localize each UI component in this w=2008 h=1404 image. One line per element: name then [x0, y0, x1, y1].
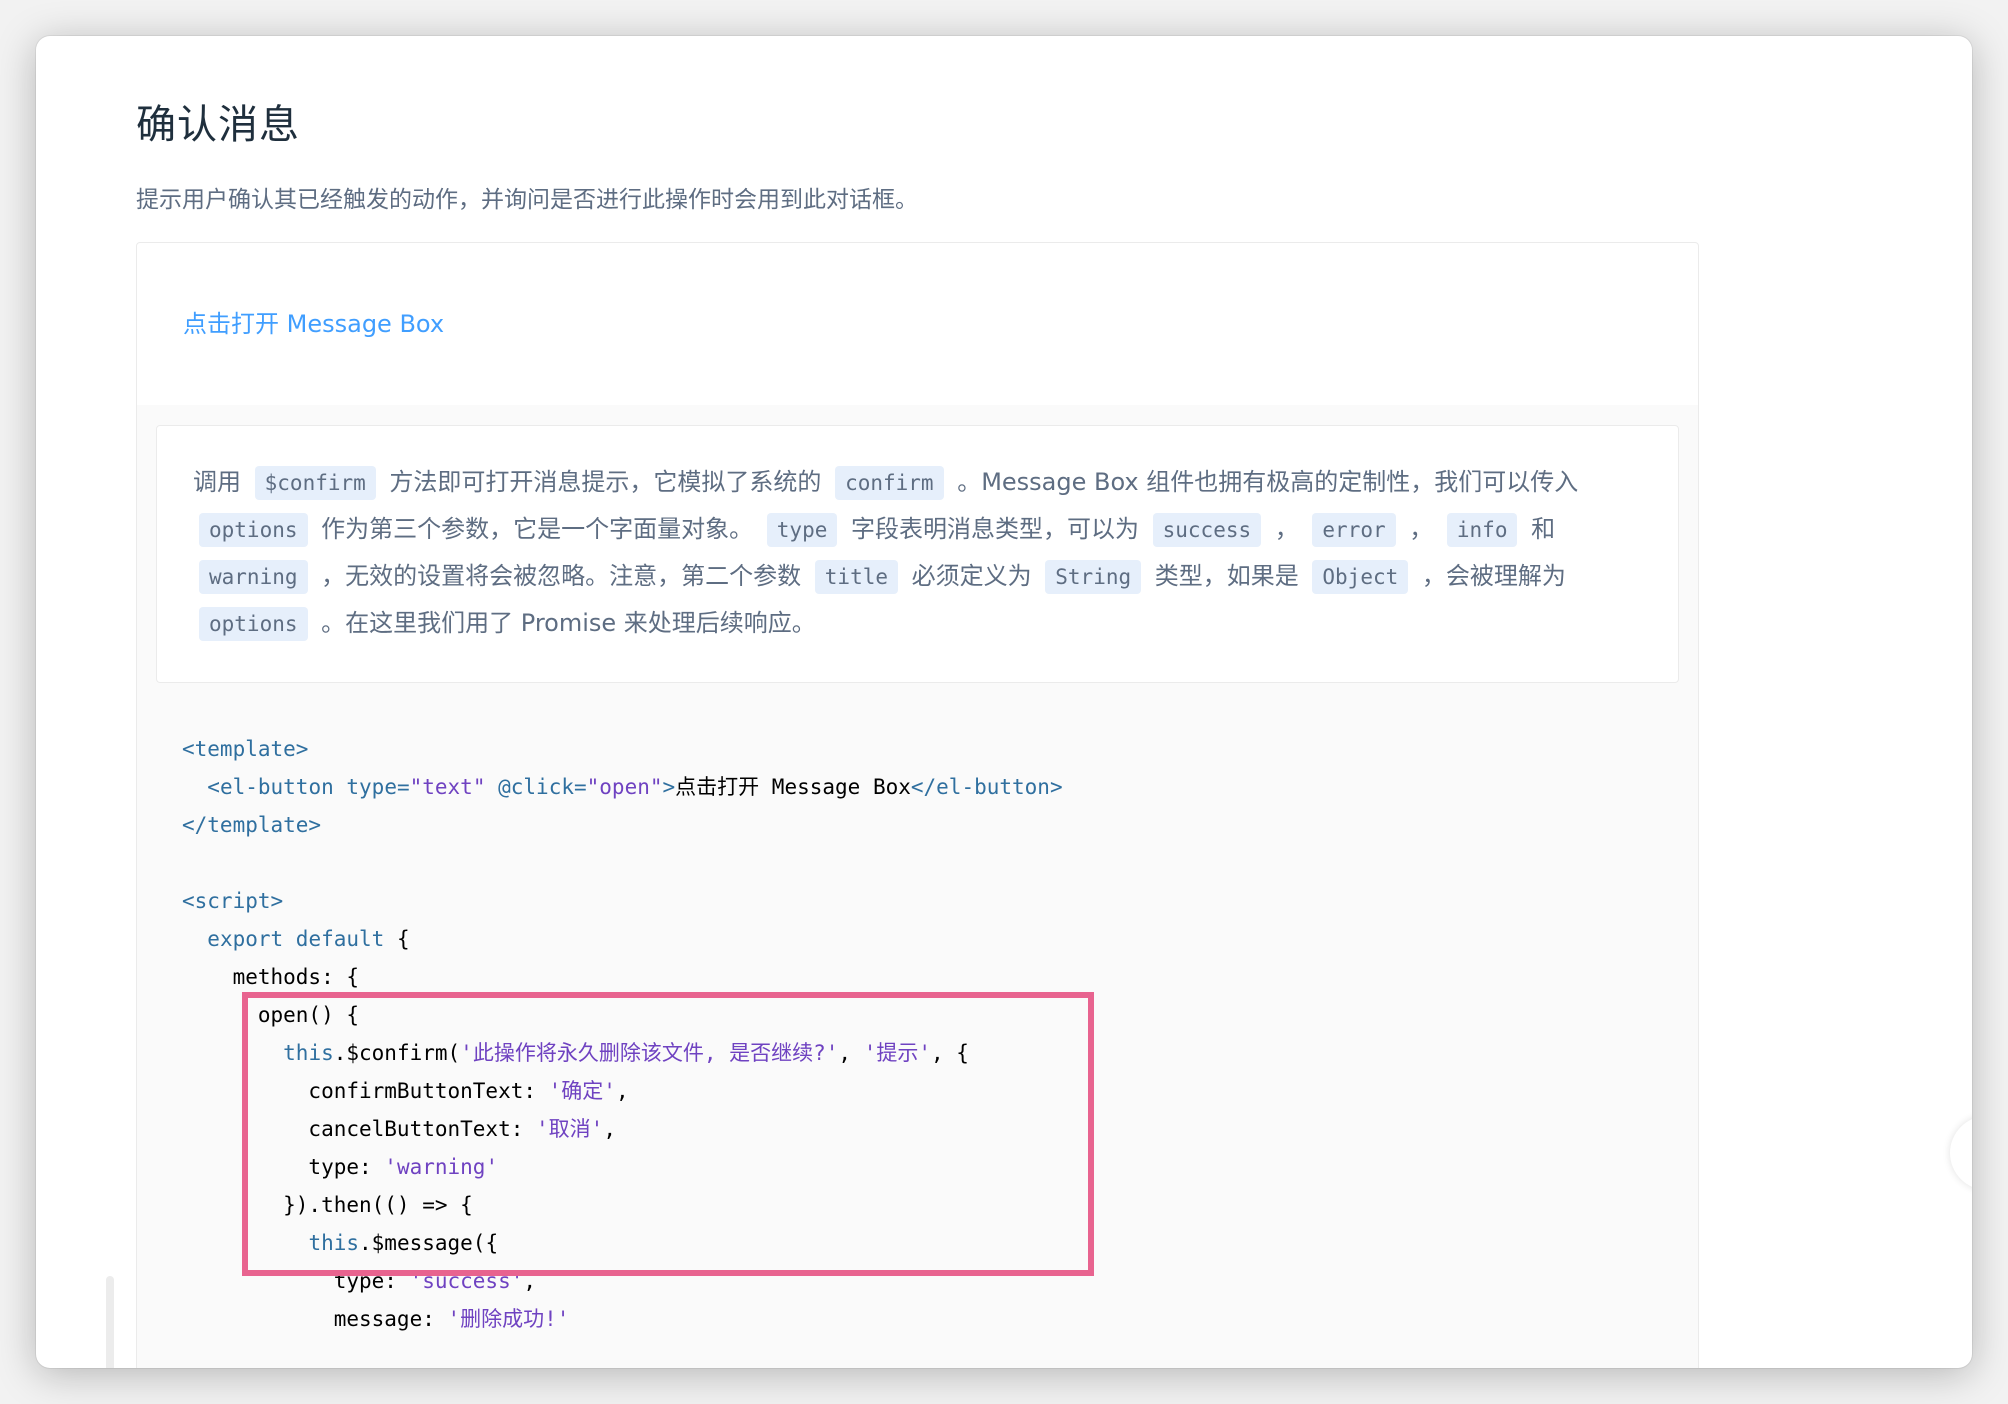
inline-code: type [766, 513, 838, 547]
description-text: 必须定义为 [904, 562, 1040, 590]
code-token: 'success' [409, 1269, 524, 1293]
demo-block: 点击打开 Message Box 调用 $confirm 方法即可打开消息提示，… [136, 242, 1699, 1368]
code-line: open() { [182, 996, 1063, 1034]
code-line: this.$confirm('此操作将永久删除该文件, 是否继续?', '提示'… [182, 1034, 1063, 1072]
code-token: .$confirm( [333, 1041, 461, 1065]
inline-code: $confirm [254, 466, 376, 500]
code-token: '确定' [548, 1079, 616, 1103]
description-text: ， [1267, 515, 1307, 543]
page-title: 确认消息 [136, 102, 300, 148]
code-line: type: 'success', [182, 1262, 1063, 1300]
inline-code: Object [1312, 560, 1409, 594]
description-text: ， [1401, 515, 1441, 543]
code-line: type: 'warning' [182, 1148, 1063, 1186]
code-token: this [283, 1041, 334, 1065]
code-token: type: [182, 1155, 385, 1179]
code-token: > [662, 775, 676, 799]
description-text: 。Message Box 组件也拥有极高的定制性，我们可以传入 [949, 468, 1579, 496]
inline-code: options [199, 513, 308, 547]
code-token: </el-button> [910, 775, 1063, 799]
code-token: 'warning' [384, 1155, 499, 1179]
code-token: @click= [498, 775, 587, 799]
code-token: <script> [182, 889, 284, 913]
demo-meta: 调用 $confirm 方法即可打开消息提示，它模拟了系统的 confirm 。… [137, 405, 1698, 1368]
inline-code: String [1045, 560, 1142, 594]
code-line: confirmButtonText: '确定', [182, 1072, 1063, 1110]
code-token: type: [182, 1269, 410, 1293]
inline-code: warning [199, 560, 308, 594]
description-text: 调用 [193, 468, 249, 496]
code-line: this.$message({ [182, 1224, 1063, 1262]
code-token: this [308, 1231, 360, 1255]
code-line: <script> [182, 882, 1063, 920]
code-token: '删除成功!' [447, 1307, 570, 1331]
code-token: '提示' [863, 1041, 931, 1065]
code-token: <el-button [207, 775, 334, 799]
code-token: .$message({ [359, 1231, 499, 1255]
inline-code: title [814, 560, 898, 594]
demo-description: 调用 $confirm 方法即可打开消息提示，它模拟了系统的 confirm 。… [156, 425, 1679, 683]
code-token: confirmButtonText: [182, 1079, 549, 1103]
code-line: }).then(() => { [182, 1186, 1063, 1224]
code-token: <template> [182, 737, 309, 761]
back-to-top-button[interactable] [1950, 1116, 1972, 1190]
scrollbar[interactable] [106, 1276, 114, 1368]
demo-source: 点击打开 Message Box [137, 243, 1698, 406]
code-line: methods: { [182, 958, 1063, 996]
code-token: type= [346, 775, 410, 799]
open-message-box-button[interactable]: 点击打开 Message Box [183, 304, 444, 339]
description-text: 作为第三个参数，它是一个字面量对象。 [313, 515, 761, 543]
code-token: </template> [182, 813, 322, 837]
description-text: ，会被理解为 [1414, 562, 1566, 590]
code-token: message: [182, 1307, 448, 1331]
inline-code: options [199, 607, 308, 641]
inline-code: confirm [835, 466, 944, 500]
code-line: message: '删除成功!' [182, 1300, 1063, 1338]
code-token: , { [930, 1041, 969, 1065]
code-line: export default { [182, 920, 1063, 958]
code-token: '此操作将永久删除该文件, 是否继续?' [460, 1041, 839, 1065]
code-line: cancelButtonText: '取消', [182, 1110, 1063, 1148]
description-text: 。在这里我们用了 Promise 来处理后续响应。 [313, 609, 816, 637]
inline-code: info [1446, 513, 1518, 547]
code-sample: <template> <el-button type="text" @click… [182, 730, 1063, 1338]
code-token: , [615, 1079, 629, 1103]
code-token: '取消' [536, 1117, 604, 1141]
code-token: export default [207, 927, 385, 951]
inline-code: error [1312, 513, 1396, 547]
code-token: }).then(() => { [182, 1193, 473, 1217]
page-description: 提示用户确认其已经触发的动作，并询问是否进行此操作时会用到此对话框。 [136, 187, 918, 213]
code-token: methods: { [182, 965, 360, 989]
description-text: ，无效的设置将会被忽略。注意，第二个参数 [313, 562, 809, 590]
code-token: "open" [586, 775, 663, 799]
code-token: 点击打开 Message Box [675, 775, 911, 799]
code-token: "text" [409, 775, 486, 799]
description-text: 字段表明消息类型，可以为 [843, 515, 1147, 543]
code-line: <template> [182, 730, 1063, 768]
code-line: </template> [182, 806, 1063, 844]
description-text: 方法即可打开消息提示，它模拟了系统的 [381, 468, 830, 496]
code-token: { [384, 927, 410, 951]
code-token: , [838, 1041, 864, 1065]
code-token: , [523, 1269, 537, 1293]
code-line: <el-button type="text" @click="open">点击打… [182, 768, 1063, 806]
code-token: open() { [182, 1003, 360, 1027]
code-token: , [603, 1117, 616, 1141]
code-token: cancelButtonText: [182, 1117, 537, 1141]
description-text: 类型，如果是 [1147, 562, 1307, 590]
doc-window: 确认消息 提示用户确认其已经触发的动作，并询问是否进行此操作时会用到此对话框。 … [36, 36, 1972, 1368]
description-text: 和 [1523, 515, 1556, 543]
inline-code: success [1152, 513, 1262, 547]
